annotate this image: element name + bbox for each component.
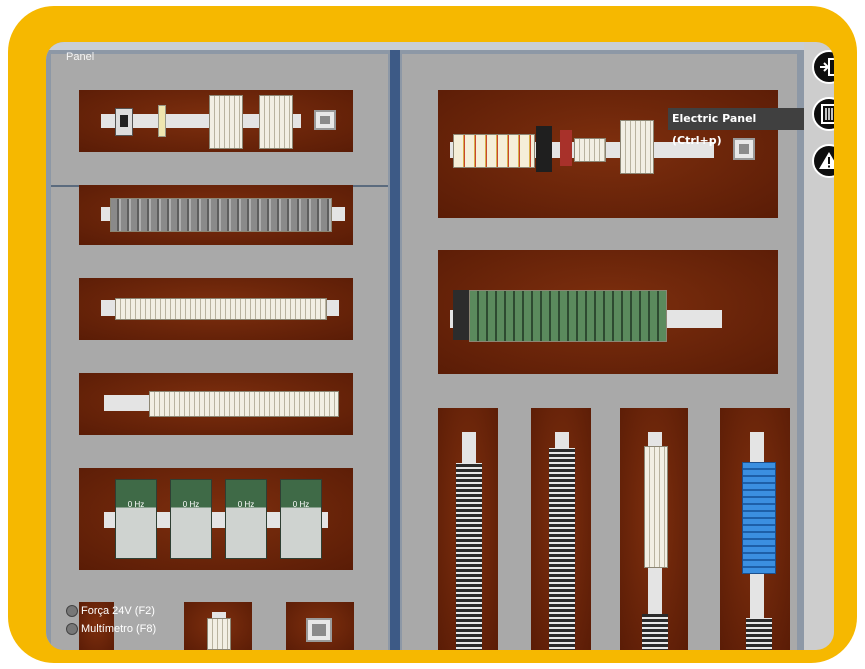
multimeter-option-label: Multímetro (F8) xyxy=(81,623,157,635)
electric-panel-button[interactable] xyxy=(812,97,834,131)
terminal-block[interactable] xyxy=(620,120,654,174)
terminal-block[interactable] xyxy=(574,138,606,162)
frequency-inverter[interactable]: 0 Hz xyxy=(280,479,322,559)
mounting-plate-11[interactable] xyxy=(438,408,498,650)
frequency-inverter[interactable]: 0 Hz xyxy=(115,479,157,559)
frequency-inverter[interactable]: 0 Hz xyxy=(170,479,212,559)
cabinet-divider xyxy=(390,50,400,650)
mounting-plate-1[interactable] xyxy=(79,90,353,152)
plc-power-supply[interactable] xyxy=(453,290,469,340)
rotary-switch[interactable] xyxy=(115,108,133,136)
radio-button[interactable] xyxy=(66,605,78,617)
blue-terminal-column[interactable] xyxy=(742,462,776,574)
warning-icon xyxy=(819,152,834,169)
outlet-socket[interactable] xyxy=(314,110,336,130)
fuse-holder[interactable] xyxy=(158,105,166,137)
terminal-column[interactable] xyxy=(456,463,482,650)
mounting-plate-4[interactable] xyxy=(79,373,353,435)
mounting-plate-10[interactable] xyxy=(438,250,778,374)
electric-panel-icon xyxy=(821,104,834,124)
mounting-plate-7[interactable] xyxy=(184,602,252,650)
warning-button[interactable] xyxy=(812,144,834,178)
relay[interactable] xyxy=(560,130,572,166)
outlet-socket[interactable] xyxy=(733,138,755,160)
plc-modules[interactable] xyxy=(469,290,667,342)
terminal-block[interactable] xyxy=(259,95,293,149)
mounting-plate-13[interactable] xyxy=(620,408,688,650)
app-window: Panel 0 Hz 0 Hz 0 Hz 0 Hz Força 24V (F2)… xyxy=(46,42,834,650)
mounting-plate-14[interactable] xyxy=(720,408,790,650)
panel-title: Panel xyxy=(66,51,95,63)
terminal-block[interactable] xyxy=(207,618,231,650)
terminal-column[interactable] xyxy=(642,614,668,650)
terminal-strip[interactable] xyxy=(115,298,327,320)
terminal-column[interactable] xyxy=(549,448,575,650)
radio-button[interactable] xyxy=(66,623,78,635)
exit-door-icon xyxy=(820,58,834,76)
terminal-strip[interactable] xyxy=(149,391,339,417)
mounting-plate-3[interactable] xyxy=(79,278,353,340)
relay-modules[interactable] xyxy=(453,134,535,168)
multimeter-option-row[interactable]: Multímetro (F8) xyxy=(66,623,156,635)
power-option-label: Força 24V (F2) xyxy=(81,605,155,617)
terminal-block[interactable] xyxy=(209,95,243,149)
electric-panel-viewport[interactable]: Panel 0 Hz 0 Hz 0 Hz 0 Hz Força 24V (F2)… xyxy=(46,42,804,650)
outlet-socket[interactable] xyxy=(306,618,332,642)
contactor[interactable] xyxy=(536,126,552,172)
terminal-column[interactable] xyxy=(644,446,668,568)
viewport-top-bar xyxy=(46,42,804,50)
circuit-breakers[interactable] xyxy=(110,198,332,232)
mounting-plate-8[interactable] xyxy=(286,602,354,650)
power-option-row[interactable]: Força 24V (F2) xyxy=(66,605,155,617)
mounting-plate-2[interactable] xyxy=(79,185,353,245)
device-frame: Panel 0 Hz 0 Hz 0 Hz 0 Hz Força 24V (F2)… xyxy=(8,6,857,663)
frequency-inverter[interactable]: 0 Hz xyxy=(225,479,267,559)
mounting-plate-12[interactable] xyxy=(531,408,591,650)
terminal-column[interactable] xyxy=(746,618,772,650)
mounting-plate-5[interactable]: 0 Hz 0 Hz 0 Hz 0 Hz xyxy=(79,468,353,570)
electric-panel-tooltip: Electric Panel (Ctrl+p) xyxy=(668,108,804,147)
exit-button[interactable] xyxy=(812,50,834,84)
